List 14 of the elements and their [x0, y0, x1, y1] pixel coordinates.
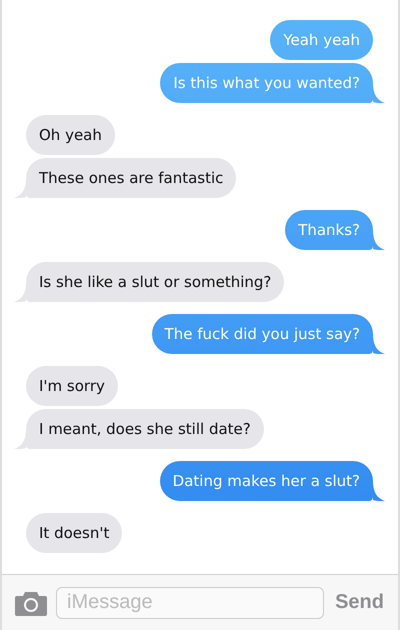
message-bubble: It doesn't: [26, 513, 122, 553]
send-button[interactable]: Send: [333, 587, 386, 618]
message-bubble: Thanks?: [285, 210, 373, 250]
message-bubble: These ones are fantastic: [26, 158, 236, 198]
message-bubble: Is she like a slut or something?: [26, 262, 284, 302]
message-bubble: Is this what you wanted?: [160, 63, 373, 103]
message-bubble: The fuck did you just say?: [152, 314, 373, 354]
message-bubble: Oh yeah: [26, 115, 115, 155]
camera-icon[interactable]: [15, 590, 47, 616]
message-bubble: Dating makes her a slut?: [160, 461, 373, 501]
message-bubble: I'm sorry: [26, 366, 118, 406]
message-bubble: I meant, does she still date?: [26, 409, 264, 449]
message-bubble: Yeah yeah: [270, 20, 373, 60]
message-field[interactable]: iMessage: [56, 586, 324, 618]
